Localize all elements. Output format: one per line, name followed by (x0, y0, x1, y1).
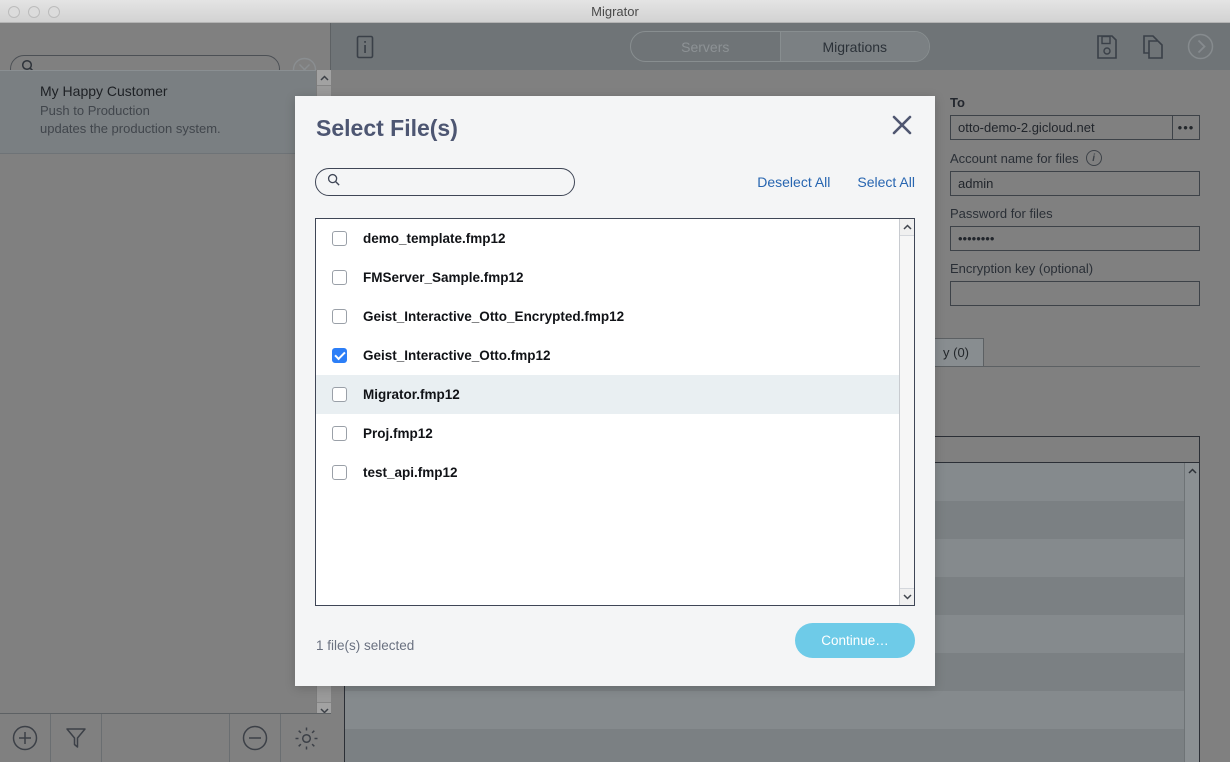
forward-arrow-icon[interactable] (1187, 33, 1214, 60)
file-checkbox[interactable] (332, 426, 347, 441)
file-checkbox[interactable] (332, 465, 347, 480)
scroll-up-icon[interactable] (317, 70, 332, 86)
table-row[interactable] (345, 691, 1199, 729)
save-icon[interactable] (1095, 34, 1119, 60)
view-segmented-control[interactable]: Servers Migrations (630, 31, 930, 62)
dialog-footer: 1 file(s) selected Continue… (295, 606, 935, 686)
file-name-label: Geist_Interactive_Otto.fmp12 (363, 348, 551, 363)
file-list: demo_template.fmp12 FMServer_Sample.fmp12… (315, 218, 915, 606)
deselect-all-button[interactable]: Deselect All (757, 174, 830, 190)
file-name-label: demo_template.fmp12 (363, 231, 506, 246)
file-name-label: Proj.fmp12 (363, 426, 433, 441)
sidebar: My Happy Customer Push to Production upd… (0, 23, 332, 762)
divider (101, 713, 102, 762)
scroll-up-icon[interactable] (900, 219, 914, 236)
file-list-item[interactable]: test_api.fmp12 (316, 453, 901, 492)
select-all-button[interactable]: Select All (857, 174, 915, 190)
file-search-input[interactable] (315, 168, 575, 196)
list-item-subtitle-1: Push to Production (40, 103, 150, 118)
file-name-label: test_api.fmp12 (363, 465, 458, 480)
file-list-item[interactable]: Proj.fmp12 (316, 414, 901, 453)
file-name-label: Migrator.fmp12 (363, 387, 460, 402)
file-name-label: Geist_Interactive_Otto_Encrypted.fmp12 (363, 309, 625, 324)
select-files-dialog: Select File(s) Deselect All Select All d… (295, 96, 935, 686)
file-checkbox[interactable] (332, 270, 347, 285)
toolbar: Servers Migrations (331, 23, 1230, 70)
tab-migrations[interactable]: Migrations (779, 32, 929, 61)
search-icon (327, 173, 341, 192)
destination-form: To otto-demo-2.gicloud.net ••• Account n… (950, 95, 1200, 316)
password-input[interactable]: •••••••• (950, 226, 1200, 251)
settings-icon[interactable] (281, 714, 331, 762)
encryption-input[interactable] (950, 281, 1200, 306)
file-name-label: FMServer_Sample.fmp12 (363, 270, 524, 285)
scroll-up-icon[interactable] (1185, 463, 1200, 479)
app-window: Migrator Servers Migrations My Happy Cus… (0, 0, 1230, 762)
scroll-down-icon[interactable] (900, 588, 914, 605)
close-window-button[interactable] (8, 6, 20, 18)
table-row[interactable] (345, 729, 1199, 762)
selection-actions: Deselect All Select All (757, 168, 915, 196)
file-checkbox[interactable] (332, 231, 347, 246)
file-list-item[interactable]: demo_template.fmp12 (316, 219, 901, 258)
filter-icon[interactable] (51, 714, 101, 762)
remove-icon[interactable] (230, 714, 280, 762)
window-title: Migrator (591, 3, 639, 19)
account-input[interactable]: admin (950, 171, 1200, 196)
account-label-row: Account name for files i (950, 150, 1200, 166)
dialog-title: Select File(s) (316, 115, 458, 141)
title-bar: Migrator (0, 0, 1230, 23)
encryption-label: Encryption key (optional) (950, 261, 1094, 276)
file-search-field[interactable] (348, 173, 558, 191)
list-item[interactable]: My Happy Customer Push to Production upd… (0, 70, 316, 154)
list-item-subtitle-2: updates the production system. (40, 121, 221, 137)
file-checkbox[interactable] (332, 387, 347, 402)
password-label: Password for files (950, 206, 1053, 221)
duplicate-icon[interactable] (1141, 34, 1165, 60)
file-list-item[interactable]: Geist_Interactive_Otto_Encrypted.fmp12 (316, 297, 901, 336)
selected-count-label: 1 file(s) selected (316, 638, 415, 653)
zoom-window-button[interactable] (48, 6, 60, 18)
add-icon[interactable] (0, 714, 50, 762)
tab-servers[interactable]: Servers (631, 32, 780, 61)
tab-count[interactable]: y (0) (928, 338, 984, 366)
minimize-window-button[interactable] (28, 6, 40, 18)
file-rows-container: demo_template.fmp12 FMServer_Sample.fmp12… (316, 219, 901, 492)
close-icon[interactable] (887, 110, 917, 140)
file-checkbox[interactable] (332, 309, 347, 324)
account-label: Account name for files (950, 150, 1079, 166)
results-scrollbar[interactable] (1184, 463, 1199, 762)
file-checkbox[interactable] (332, 348, 347, 363)
toolbar-right-icons (1095, 33, 1214, 60)
migration-list: My Happy Customer Push to Production upd… (0, 70, 316, 718)
to-more-button[interactable]: ••• (1172, 115, 1200, 140)
file-list-scrollbar[interactable] (899, 219, 914, 605)
continue-button[interactable]: Continue… (795, 623, 915, 658)
sidebar-bottom-toolbar (0, 713, 331, 762)
file-list-item[interactable]: Migrator.fmp12 (316, 375, 901, 414)
traffic-light-controls[interactable] (8, 6, 60, 18)
info-icon[interactable] (352, 34, 378, 60)
file-list-item[interactable]: FMServer_Sample.fmp12 (316, 258, 901, 297)
to-label: To (950, 95, 965, 110)
to-input[interactable]: otto-demo-2.gicloud.net (950, 115, 1172, 140)
info-icon[interactable]: i (1085, 150, 1102, 166)
file-list-item[interactable]: Geist_Interactive_Otto.fmp12 (316, 336, 901, 375)
list-item-title: My Happy Customer (40, 83, 168, 99)
to-field-row: otto-demo-2.gicloud.net ••• (950, 115, 1200, 140)
